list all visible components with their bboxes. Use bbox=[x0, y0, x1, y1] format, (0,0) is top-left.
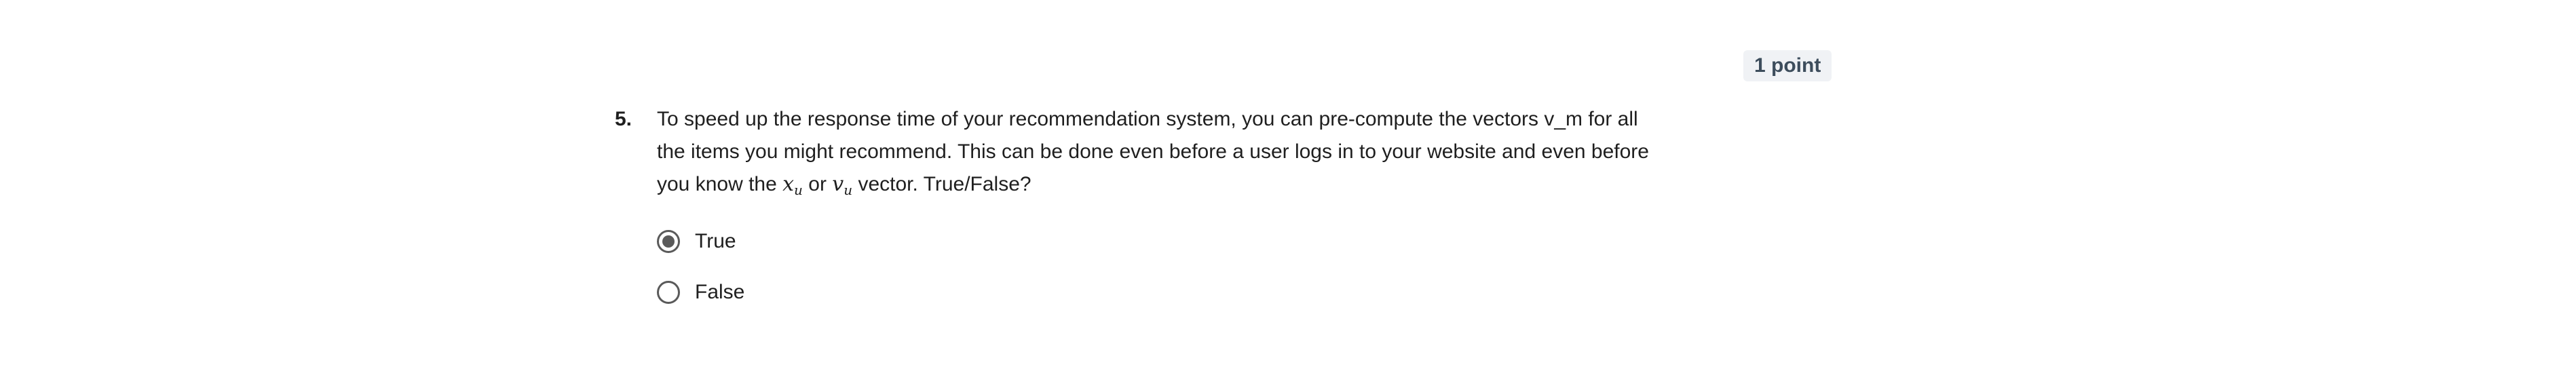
radio-button[interactable] bbox=[657, 281, 680, 304]
option-true[interactable]: True bbox=[657, 225, 744, 258]
question-text: To speed up the response time of your re… bbox=[657, 103, 1654, 201]
question-number: 5. bbox=[615, 108, 632, 130]
answer-options: True False bbox=[657, 225, 744, 327]
option-false[interactable]: False bbox=[657, 276, 744, 309]
radio-button-selected[interactable] bbox=[657, 230, 680, 253]
option-label: False bbox=[695, 281, 745, 303]
points-badge: 1 point bbox=[1743, 50, 1832, 81]
question-text-part3: vector. True/False? bbox=[852, 173, 1031, 195]
option-label: True bbox=[695, 230, 736, 252]
math-v-u: vu bbox=[832, 172, 853, 198]
radio-selected-dot bbox=[662, 235, 675, 248]
question-text-part2: or bbox=[802, 173, 833, 195]
math-x-u: xu bbox=[782, 172, 803, 198]
